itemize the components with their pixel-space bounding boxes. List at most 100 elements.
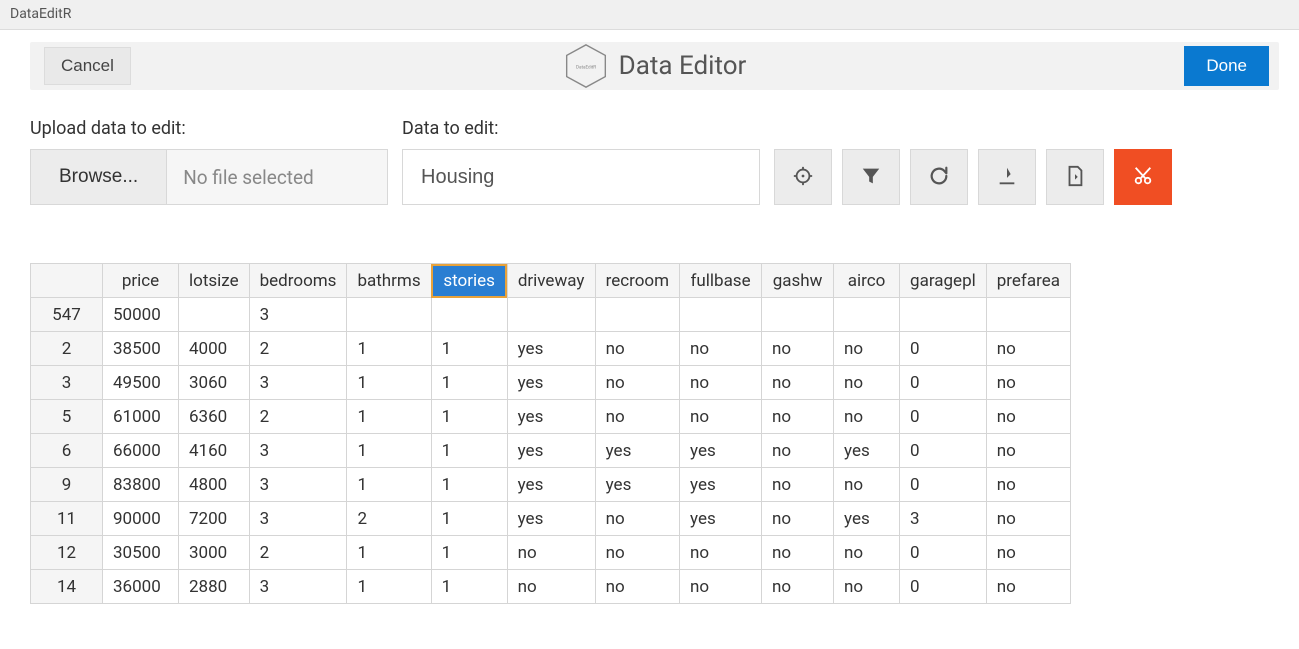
cell-recroom[interactable]: [595, 298, 679, 332]
rownum-cell[interactable]: 3: [31, 366, 103, 400]
data-input[interactable]: [402, 149, 760, 205]
cancel-button[interactable]: Cancel: [44, 47, 131, 85]
cell-fullbase[interactable]: no: [680, 366, 762, 400]
browse-button[interactable]: Browse...: [31, 150, 167, 204]
cell-bathrms[interactable]: 1: [347, 468, 431, 502]
download-button[interactable]: [978, 149, 1036, 205]
cell-garagepl[interactable]: 0: [900, 400, 987, 434]
cell-driveway[interactable]: yes: [507, 400, 595, 434]
rownum-cell[interactable]: 14: [31, 570, 103, 604]
column-header-driveway[interactable]: driveway: [507, 264, 595, 298]
cell-price[interactable]: 90000: [103, 502, 179, 536]
cell-driveway[interactable]: [507, 298, 595, 332]
cell-airco[interactable]: yes: [834, 502, 900, 536]
cell-garagepl[interactable]: 0: [900, 468, 987, 502]
cell-driveway[interactable]: yes: [507, 434, 595, 468]
cell-prefarea[interactable]: no: [986, 570, 1070, 604]
cell-stories[interactable]: 1: [431, 502, 507, 536]
cell-recroom[interactable]: no: [595, 366, 679, 400]
cell-lotsize[interactable]: 3000: [179, 536, 250, 570]
column-header-airco[interactable]: airco: [834, 264, 900, 298]
column-header-recroom[interactable]: recroom: [595, 264, 679, 298]
cell-airco[interactable]: no: [834, 468, 900, 502]
filter-button[interactable]: [842, 149, 900, 205]
column-header-lotsize[interactable]: lotsize: [179, 264, 250, 298]
cell-airco[interactable]: yes: [834, 434, 900, 468]
rownum-header[interactable]: [31, 264, 103, 298]
cell-bathrms[interactable]: 1: [347, 332, 431, 366]
cell-gashw[interactable]: no: [762, 468, 834, 502]
cell-lotsize[interactable]: 6360: [179, 400, 250, 434]
cell-prefarea[interactable]: no: [986, 332, 1070, 366]
cell-bathrms[interactable]: 1: [347, 400, 431, 434]
cell-price[interactable]: 30500: [103, 536, 179, 570]
column-header-stories[interactable]: stories: [431, 264, 507, 298]
rownum-cell[interactable]: 12: [31, 536, 103, 570]
cell-prefarea[interactable]: no: [986, 468, 1070, 502]
cell-recroom[interactable]: no: [595, 400, 679, 434]
cell-bathrms[interactable]: [347, 298, 431, 332]
cell-airco[interactable]: [834, 298, 900, 332]
cell-airco[interactable]: no: [834, 366, 900, 400]
data-table[interactable]: pricelotsizebedroomsbathrmsstoriesdrivew…: [30, 263, 1071, 604]
cell-bedrooms[interactable]: 3: [249, 434, 347, 468]
cell-driveway[interactable]: yes: [507, 332, 595, 366]
cell-bedrooms[interactable]: 3: [249, 298, 347, 332]
cell-fullbase[interactable]: yes: [680, 502, 762, 536]
cell-lotsize[interactable]: 4160: [179, 434, 250, 468]
column-header-fullbase[interactable]: fullbase: [680, 264, 762, 298]
cell-stories[interactable]: 1: [431, 400, 507, 434]
cell-gashw[interactable]: no: [762, 502, 834, 536]
cell-price[interactable]: 36000: [103, 570, 179, 604]
cell-driveway[interactable]: no: [507, 570, 595, 604]
crosshair-button[interactable]: [774, 149, 832, 205]
cell-bedrooms[interactable]: 3: [249, 468, 347, 502]
cell-lotsize[interactable]: [179, 298, 250, 332]
cell-fullbase[interactable]: no: [680, 536, 762, 570]
cell-bedrooms[interactable]: 2: [249, 536, 347, 570]
cell-gashw[interactable]: [762, 298, 834, 332]
cell-fullbase[interactable]: yes: [680, 468, 762, 502]
column-header-garagepl[interactable]: garagepl: [900, 264, 987, 298]
rownum-cell[interactable]: 2: [31, 332, 103, 366]
cell-bathrms[interactable]: 1: [347, 570, 431, 604]
cell-recroom[interactable]: yes: [595, 468, 679, 502]
cell-fullbase[interactable]: [680, 298, 762, 332]
cell-fullbase[interactable]: no: [680, 332, 762, 366]
cell-bedrooms[interactable]: 3: [249, 502, 347, 536]
cell-bathrms[interactable]: 1: [347, 536, 431, 570]
cell-fullbase[interactable]: no: [680, 570, 762, 604]
cell-price[interactable]: 49500: [103, 366, 179, 400]
cell-recroom[interactable]: no: [595, 536, 679, 570]
column-header-prefarea[interactable]: prefarea: [986, 264, 1070, 298]
cell-gashw[interactable]: no: [762, 536, 834, 570]
cell-bedrooms[interactable]: 2: [249, 332, 347, 366]
rownum-cell[interactable]: 6: [31, 434, 103, 468]
cell-bedrooms[interactable]: 3: [249, 570, 347, 604]
rownum-cell[interactable]: 5: [31, 400, 103, 434]
column-header-gashw[interactable]: gashw: [762, 264, 834, 298]
cell-gashw[interactable]: no: [762, 332, 834, 366]
cell-driveway[interactable]: yes: [507, 468, 595, 502]
rownum-cell[interactable]: 9: [31, 468, 103, 502]
cell-bathrms[interactable]: 1: [347, 366, 431, 400]
cell-gashw[interactable]: no: [762, 434, 834, 468]
cell-lotsize[interactable]: 7200: [179, 502, 250, 536]
cell-price[interactable]: 38500: [103, 332, 179, 366]
cell-airco[interactable]: no: [834, 400, 900, 434]
cell-garagepl[interactable]: [900, 298, 987, 332]
cell-price[interactable]: 50000: [103, 298, 179, 332]
cell-stories[interactable]: 1: [431, 468, 507, 502]
cell-prefarea[interactable]: no: [986, 536, 1070, 570]
cell-stories[interactable]: 1: [431, 536, 507, 570]
cell-price[interactable]: 66000: [103, 434, 179, 468]
cut-button[interactable]: [1114, 149, 1172, 205]
cell-gashw[interactable]: no: [762, 400, 834, 434]
cell-driveway[interactable]: yes: [507, 366, 595, 400]
cell-price[interactable]: 83800: [103, 468, 179, 502]
rownum-cell[interactable]: 547: [31, 298, 103, 332]
cell-driveway[interactable]: yes: [507, 502, 595, 536]
cell-recroom[interactable]: no: [595, 502, 679, 536]
cell-lotsize[interactable]: 4800: [179, 468, 250, 502]
cell-garagepl[interactable]: 3: [900, 502, 987, 536]
